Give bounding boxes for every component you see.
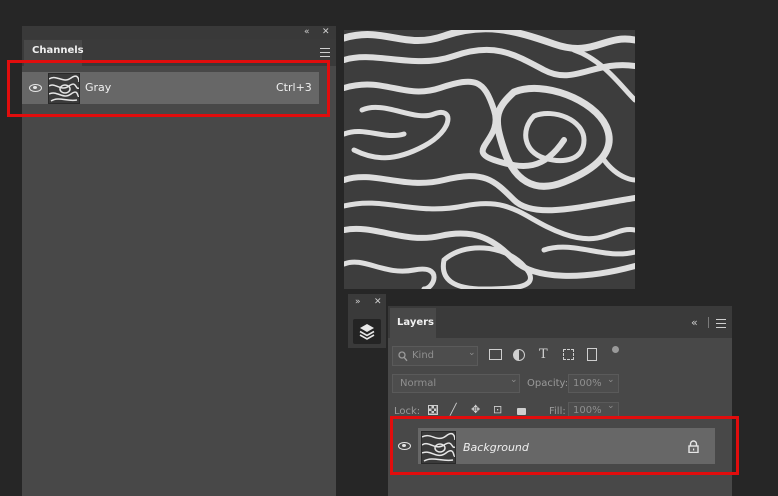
blend-mode-value: Normal [400, 378, 437, 389]
collapse-panel-icon[interactable]: « [304, 26, 310, 39]
divider [708, 317, 709, 328]
filter-kind-value: Kind [412, 350, 435, 361]
tab-layers[interactable]: Layers [390, 308, 436, 338]
filter-toggle-icon[interactable] [612, 346, 619, 353]
tab-channels-label: Channels [32, 45, 84, 56]
channels-panel-header: « ✕ [22, 26, 336, 39]
smart-object-filter-icon[interactable] [587, 348, 597, 361]
layers-icon [359, 324, 375, 340]
lock-brush-icon[interactable]: ╱ [450, 403, 457, 416]
tab-layers-label: Layers [397, 317, 434, 328]
canvas-image[interactable] [344, 30, 635, 289]
search-icon [398, 351, 408, 362]
layers-tab-bar [388, 306, 732, 338]
hamburger-menu-icon[interactable] [716, 319, 726, 328]
chevron-down-icon: ⌄ [607, 375, 615, 385]
lock-pixels-icon[interactable] [428, 405, 438, 415]
channel-row-highlight-box [7, 60, 330, 117]
layers-dock-button[interactable] [353, 319, 381, 344]
adjustment-filter-icon[interactable] [513, 349, 525, 361]
hamburger-menu-icon[interactable] [320, 48, 330, 57]
type-filter-icon[interactable]: T [539, 347, 548, 362]
collapse-panel-icon[interactable]: « [691, 316, 698, 329]
opacity-field[interactable]: 100% ⌄ [568, 374, 619, 393]
close-dock-icon[interactable]: ✕ [374, 296, 382, 309]
lock-all-icon[interactable] [517, 408, 526, 415]
close-panel-icon[interactable]: ✕ [322, 26, 330, 39]
expand-panels-icon[interactable]: » [355, 296, 361, 309]
lock-position-icon[interactable]: ✥ [471, 403, 480, 416]
layer-row-highlight-box [390, 416, 739, 475]
fill-value: 100% [573, 405, 602, 416]
filter-kind-select[interactable]: Kind ⌄ [392, 346, 478, 366]
opacity-value: 100% [573, 378, 602, 389]
chevron-down-icon: ⌄ [510, 375, 518, 385]
chevron-down-icon: ⌄ [607, 401, 615, 411]
chevron-down-icon: ⌄ [468, 348, 476, 358]
blend-mode-select[interactable]: Normal ⌄ [392, 374, 520, 393]
opacity-label: Opacity: [527, 378, 569, 389]
lock-artboard-icon[interactable]: ⊡ [493, 403, 502, 416]
shape-filter-icon[interactable] [563, 349, 574, 360]
image-filter-icon[interactable] [489, 349, 502, 360]
